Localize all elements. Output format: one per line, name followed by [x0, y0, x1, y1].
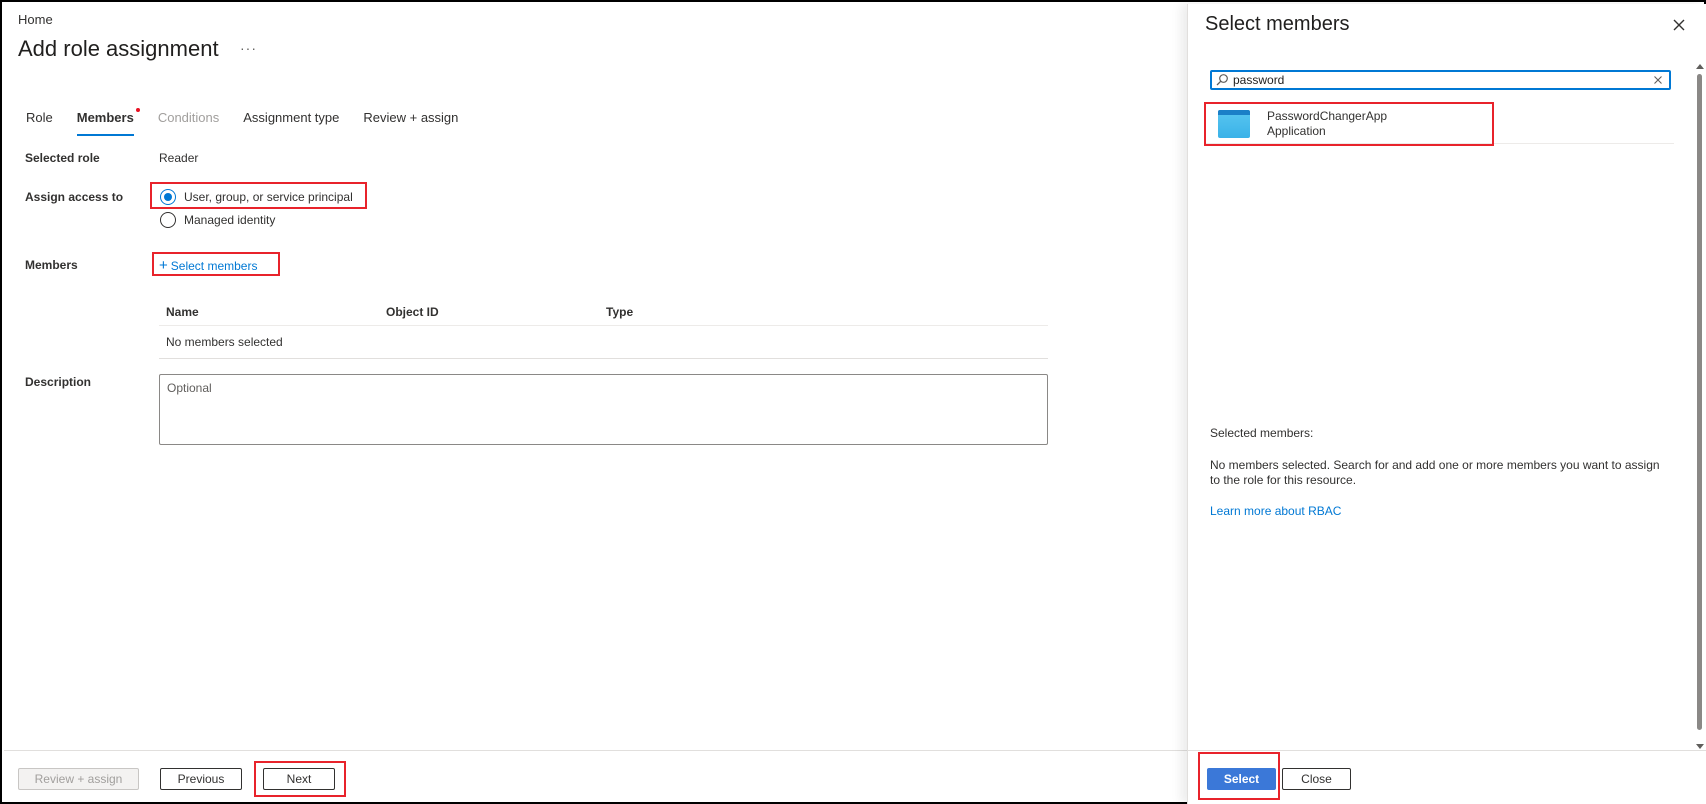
select-button[interactable]: Select [1207, 768, 1276, 790]
close-button[interactable]: Close [1282, 768, 1351, 790]
scroll-up-icon[interactable] [1696, 64, 1704, 69]
previous-button[interactable]: Previous [160, 768, 242, 790]
next-button[interactable]: Next [263, 768, 335, 790]
tab-review-assign[interactable]: Review + assign [363, 110, 458, 136]
page-title: Add role assignment [18, 36, 219, 61]
radio-unchecked-icon [160, 212, 176, 228]
radio-managed-identity[interactable]: Managed identity [160, 212, 275, 228]
breadcrumb[interactable]: Home [18, 12, 53, 27]
selected-role-value: Reader [159, 151, 199, 165]
close-icon[interactable] [1670, 16, 1688, 34]
assign-access-label: Assign access to [25, 190, 124, 204]
select-members-link-label: Select members [170, 259, 258, 273]
table-empty-text: No members selected [166, 335, 283, 349]
review-assign-button: Review + assign [18, 768, 139, 790]
plus-icon: + [159, 257, 168, 274]
radio-user-group-sp[interactable]: User, group, or service principal [160, 189, 353, 205]
radio-checked-icon [160, 189, 176, 205]
tab-conditions: Conditions [157, 110, 220, 125]
tab-assignment-type[interactable]: Assignment type [243, 110, 339, 136]
panel-scrollbar[interactable] [1696, 64, 1704, 750]
description-label: Description [25, 375, 92, 389]
column-header-name[interactable]: Name [159, 305, 379, 319]
radio-user-group-sp-label: User, group, or service principal [184, 190, 353, 204]
result-type: Application [1267, 123, 1326, 138]
more-icon[interactable]: ··· [240, 40, 257, 56]
select-members-panel: Select members PasswordChangerApp Applic… [1187, 4, 1706, 804]
column-header-type[interactable]: Type [599, 305, 799, 319]
app-registration-icon [1218, 109, 1250, 138]
search-icon [1216, 74, 1228, 86]
tab-bar: Role Members Conditions Assignment type … [26, 108, 482, 136]
member-search-input[interactable] [1233, 72, 1652, 88]
radio-managed-identity-label: Managed identity [184, 213, 276, 227]
selected-members-label: Selected members: [1210, 426, 1314, 440]
member-search-box[interactable] [1210, 70, 1671, 90]
scroll-down-icon[interactable] [1696, 744, 1704, 749]
no-members-text: No members selected. Search for and add … [1210, 458, 1660, 487]
column-header-object-id[interactable]: Object ID [379, 305, 599, 319]
search-result-item[interactable]: PasswordChangerApp Application [1204, 104, 1674, 144]
table-header: Name Object ID Type [159, 298, 1048, 326]
description-field[interactable] [159, 374, 1048, 445]
members-table: Name Object ID Type No members selected [159, 298, 1048, 359]
search-result-text: PasswordChangerApp Application [1267, 109, 1387, 139]
selected-role-label: Selected role [25, 151, 100, 165]
window-frame: Home Add role assignment ··· Role Member… [0, 0, 1706, 804]
required-dot-icon [135, 108, 140, 112]
table-row: No members selected [159, 326, 1048, 359]
members-label: Members [25, 258, 78, 272]
select-members-link[interactable]: + Select members [159, 257, 258, 274]
panel-footer-divider [1188, 750, 1706, 751]
learn-more-rbac-link[interactable]: Learn more about RBAC [1210, 504, 1341, 518]
tab-members-label: Members [76, 110, 134, 125]
clear-icon[interactable] [1652, 74, 1664, 86]
tab-role[interactable]: Role [26, 110, 53, 136]
tab-members[interactable]: Members [76, 108, 140, 136]
scroll-thumb[interactable] [1697, 74, 1702, 730]
panel-title: Select members [1205, 13, 1350, 35]
result-name: PasswordChangerApp [1267, 108, 1388, 123]
